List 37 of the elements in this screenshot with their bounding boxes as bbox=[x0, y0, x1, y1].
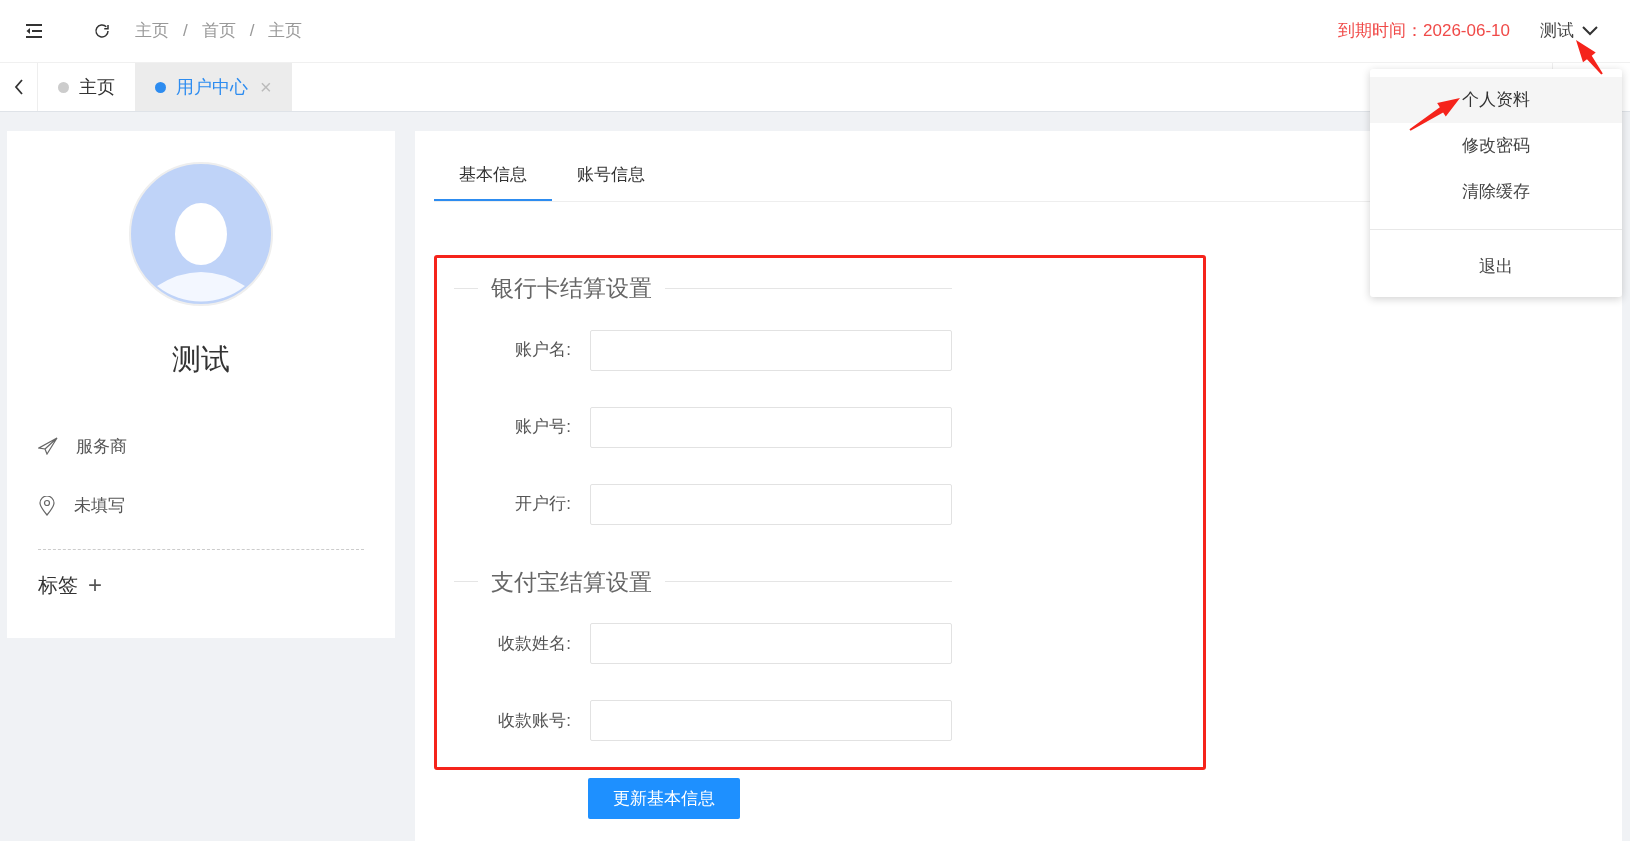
profile-info: 未填写 bbox=[74, 495, 125, 517]
chevron-left-icon bbox=[13, 79, 24, 95]
menu-fold-icon[interactable] bbox=[25, 23, 43, 39]
section-legend: 支付宝结算设置 bbox=[478, 564, 665, 599]
menu-item[interactable]: 退出 bbox=[1370, 229, 1622, 289]
paper-plane-icon bbox=[38, 437, 58, 456]
breadcrumb-separator: / bbox=[249, 20, 255, 43]
profile-name: 测试 bbox=[172, 342, 230, 377]
input-field[interactable] bbox=[590, 483, 952, 525]
input-field[interactable] bbox=[590, 700, 952, 741]
breadcrumb-separator: / bbox=[183, 20, 188, 43]
annotation-arrow bbox=[1576, 40, 1603, 75]
section-legend: 银行卡结算设置 bbox=[478, 271, 665, 306]
menu-item[interactable]: 修改密码 bbox=[1370, 123, 1622, 169]
field-label: 收款账号: bbox=[497, 709, 572, 732]
field-label: 账户号: bbox=[514, 416, 572, 439]
add-tag-button[interactable]: + bbox=[88, 572, 102, 597]
expiry-date: 到期时间：2026-06-10 bbox=[1338, 20, 1510, 43]
refresh-icon[interactable] bbox=[93, 22, 111, 40]
menu-item[interactable]: 个人资料 bbox=[1370, 77, 1622, 123]
input-field[interactable] bbox=[590, 623, 952, 664]
field-label: 收款姓名: bbox=[497, 632, 572, 655]
annotation-arrow bbox=[1409, 98, 1460, 131]
user-menu[interactable]: 测试 bbox=[1540, 18, 1598, 44]
input-field[interactable] bbox=[590, 406, 952, 448]
avatar-icon bbox=[129, 162, 273, 306]
field-label: 开户行: bbox=[514, 493, 572, 516]
location-pin-icon bbox=[38, 495, 56, 516]
page-tab[interactable]: 主页 bbox=[38, 63, 135, 111]
content-tab[interactable]: 账号信息 bbox=[552, 151, 670, 201]
profile-info: 服务商 bbox=[76, 435, 127, 458]
menu-item[interactable]: 清除缓存 bbox=[1370, 169, 1622, 215]
chevron-down-icon bbox=[1582, 26, 1598, 36]
field-label: 账户名: bbox=[514, 339, 572, 362]
content-tab[interactable]: 基本信息 bbox=[434, 151, 552, 201]
input-field[interactable] bbox=[590, 329, 952, 371]
tags-label: 标签 bbox=[38, 572, 78, 598]
